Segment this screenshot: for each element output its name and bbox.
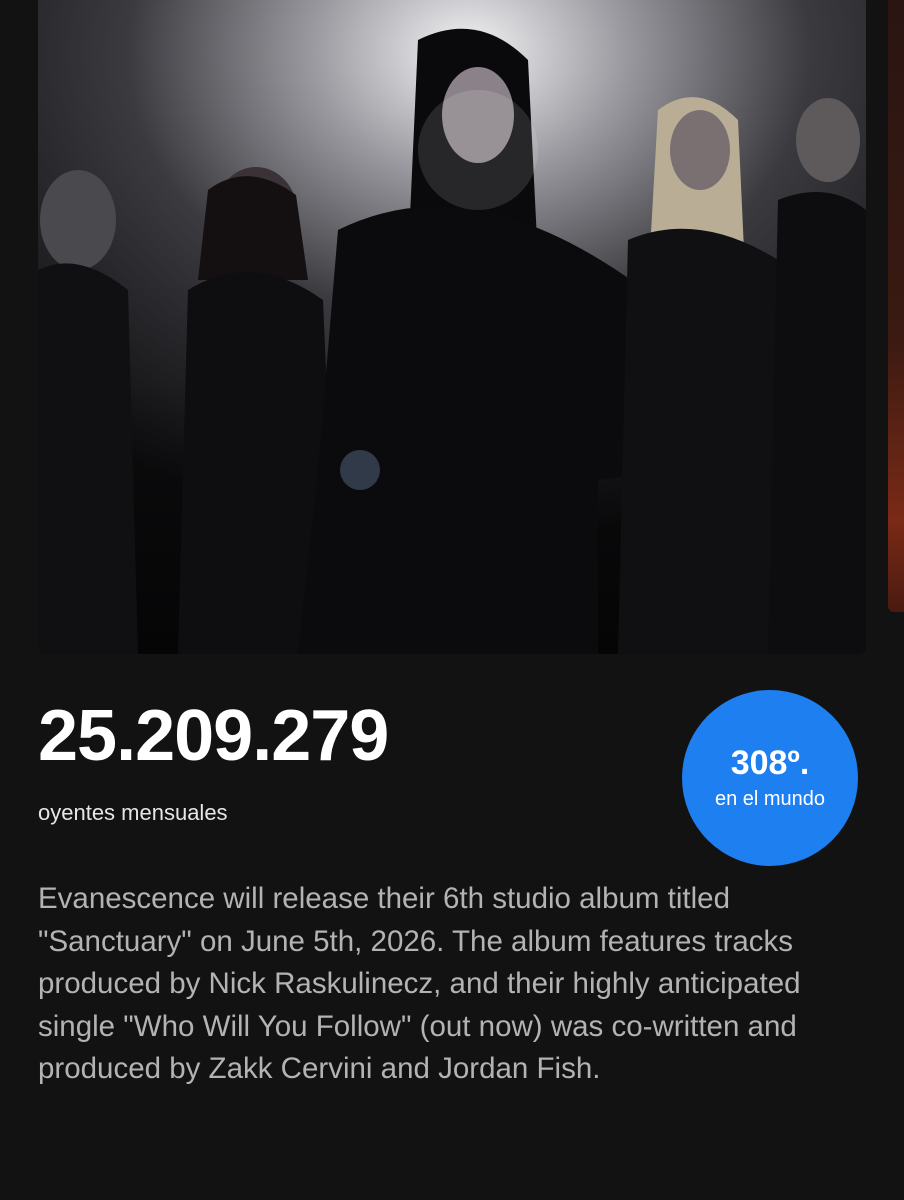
next-card-edge[interactable] (888, 0, 904, 612)
monthly-listeners-label: oyentes mensuales (38, 800, 228, 825)
world-rank-label: en el mundo (714, 787, 826, 810)
world-rank-number: 308º. (730, 743, 810, 782)
artist-bio[interactable]: Evanescence will release their 6th studi… (38, 878, 868, 1091)
listener-stats: 25.209.279 oyentes mensuales (38, 696, 389, 826)
artist-photo[interactable] (38, 0, 866, 654)
world-rank-badge[interactable]: 308º. en el mundo (682, 690, 858, 866)
band-photo-image (38, 0, 866, 654)
monthly-listeners-count: 25.209.279 (38, 696, 389, 776)
